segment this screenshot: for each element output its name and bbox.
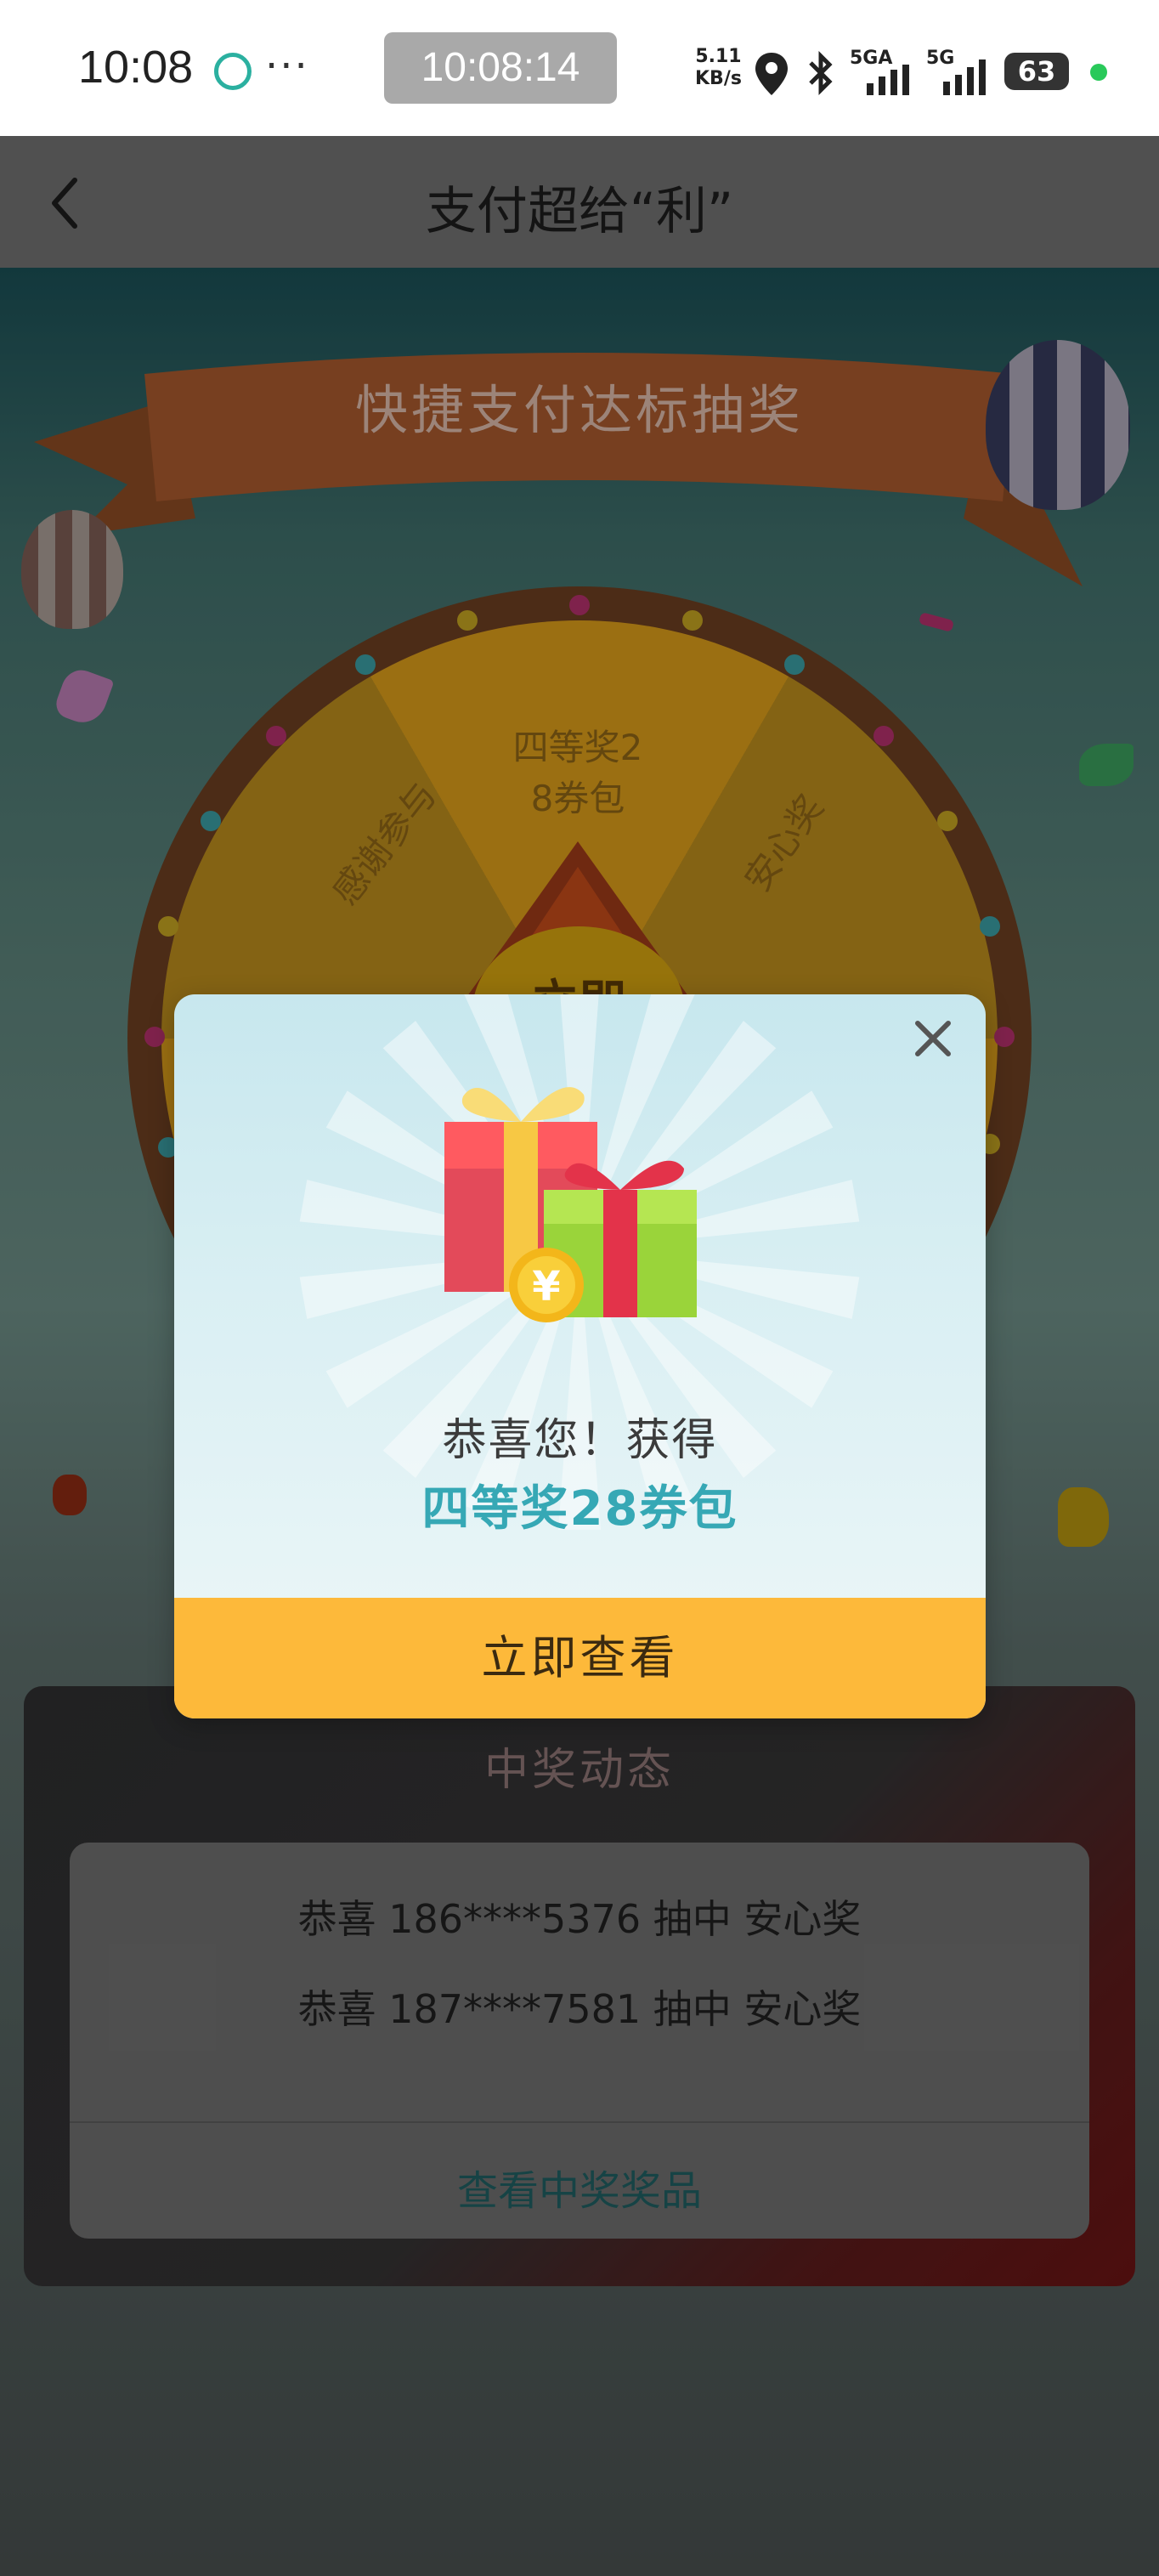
signal-icon bbox=[867, 65, 909, 95]
screen-recorder-clock: 10:08:14 bbox=[384, 32, 617, 104]
status-time: 10:08 bbox=[78, 42, 194, 93]
close-icon[interactable] bbox=[907, 1013, 958, 1064]
network-speed: 5.11 KB/s bbox=[695, 46, 742, 90]
view-now-button[interactable]: 立即查看 bbox=[174, 1598, 986, 1718]
charging-dot-icon bbox=[1090, 64, 1107, 81]
more-notifications-icon: ··· bbox=[265, 42, 309, 90]
congrats-text: 恭喜您！获得 bbox=[442, 1415, 718, 1466]
app-notification-icon bbox=[214, 53, 252, 90]
signal-icon bbox=[943, 59, 986, 95]
gift-icon: ¥ bbox=[444, 1087, 697, 1322]
network-speed-value: 5.11 bbox=[695, 46, 742, 67]
svg-text:¥: ¥ bbox=[532, 1263, 560, 1311]
bluetooth-icon bbox=[809, 51, 833, 96]
location-icon bbox=[755, 53, 788, 95]
network-speed-unit: KB/s bbox=[695, 68, 742, 89]
battery-icon: 63 bbox=[1004, 53, 1069, 90]
prize-name: 四等奖28券包 bbox=[421, 1481, 738, 1537]
